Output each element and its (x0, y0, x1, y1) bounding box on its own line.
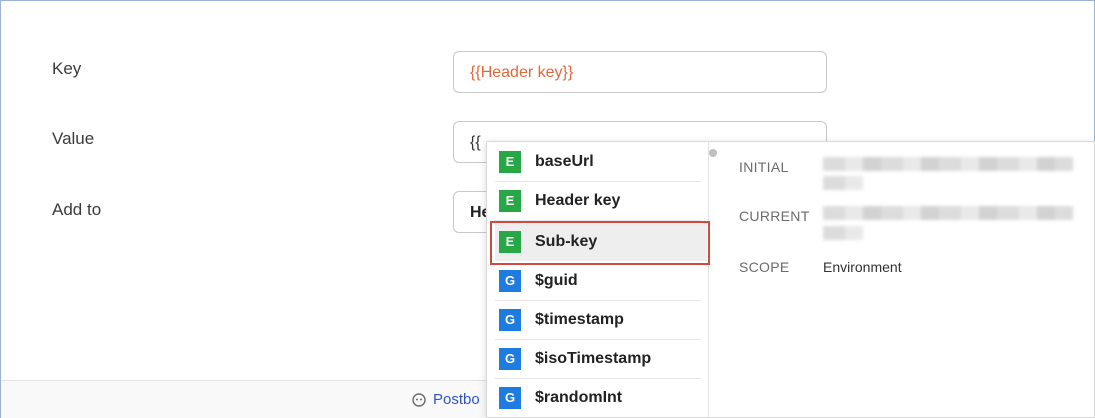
variable-item-header-key[interactable]: E Header key (495, 181, 707, 220)
variable-name: $randomInt (535, 388, 623, 406)
global-badge: G (499, 347, 521, 370)
initial-label: INITIAL (739, 159, 789, 175)
divider (495, 220, 701, 221)
key-label: Key (52, 59, 82, 78)
global-badge: G (499, 386, 521, 409)
environment-badge: E (499, 189, 521, 212)
variable-list: E baseUrl E Header key E Sub-key G $guid… (487, 142, 717, 417)
variable-name: $guid (535, 271, 578, 289)
postbot-label: Postbo (433, 391, 480, 408)
redacted-current-value (823, 206, 1073, 220)
global-badge: G (499, 308, 521, 331)
scope-label: SCOPE (739, 259, 790, 275)
global-badge: G (499, 269, 521, 292)
current-label: CURRENT (739, 208, 810, 224)
variable-name: $isoTimestamp (535, 349, 652, 367)
redacted-initial-value (823, 157, 1073, 171)
scope-value: Environment (823, 259, 902, 275)
postbot-link[interactable]: Postbo (411, 391, 480, 408)
add-to-label: Add to (52, 200, 102, 219)
variable-name: $timestamp (535, 310, 624, 328)
environment-badge: E (499, 230, 521, 253)
variable-autocomplete: E baseUrl E Header key E Sub-key G $guid… (486, 141, 1095, 418)
variable-item-random-int[interactable]: G $randomInt (495, 378, 707, 417)
variable-item-baseurl[interactable]: E baseUrl (495, 142, 707, 181)
postbot-icon (412, 392, 426, 407)
variable-detail-panel: INITIAL CURRENT SCOPE Environment (725, 142, 1094, 417)
variable-name: Sub-key (535, 232, 598, 250)
variable-item-iso-timestamp[interactable]: G $isoTimestamp (495, 339, 707, 378)
variable-item-sub-key[interactable]: E Sub-key (495, 222, 707, 261)
variable-name: Header key (535, 191, 621, 209)
variable-item-timestamp[interactable]: G $timestamp (495, 300, 707, 339)
redacted-initial-value (823, 176, 863, 190)
environment-badge: E (499, 150, 521, 173)
variable-item-guid[interactable]: G $guid (495, 261, 707, 300)
variable-name: baseUrl (535, 152, 594, 170)
redacted-current-value (823, 226, 863, 240)
value-label: Value (52, 129, 95, 148)
key-input[interactable]: {{Header key}} (453, 51, 827, 93)
scrollbar-thumb[interactable] (709, 149, 717, 157)
